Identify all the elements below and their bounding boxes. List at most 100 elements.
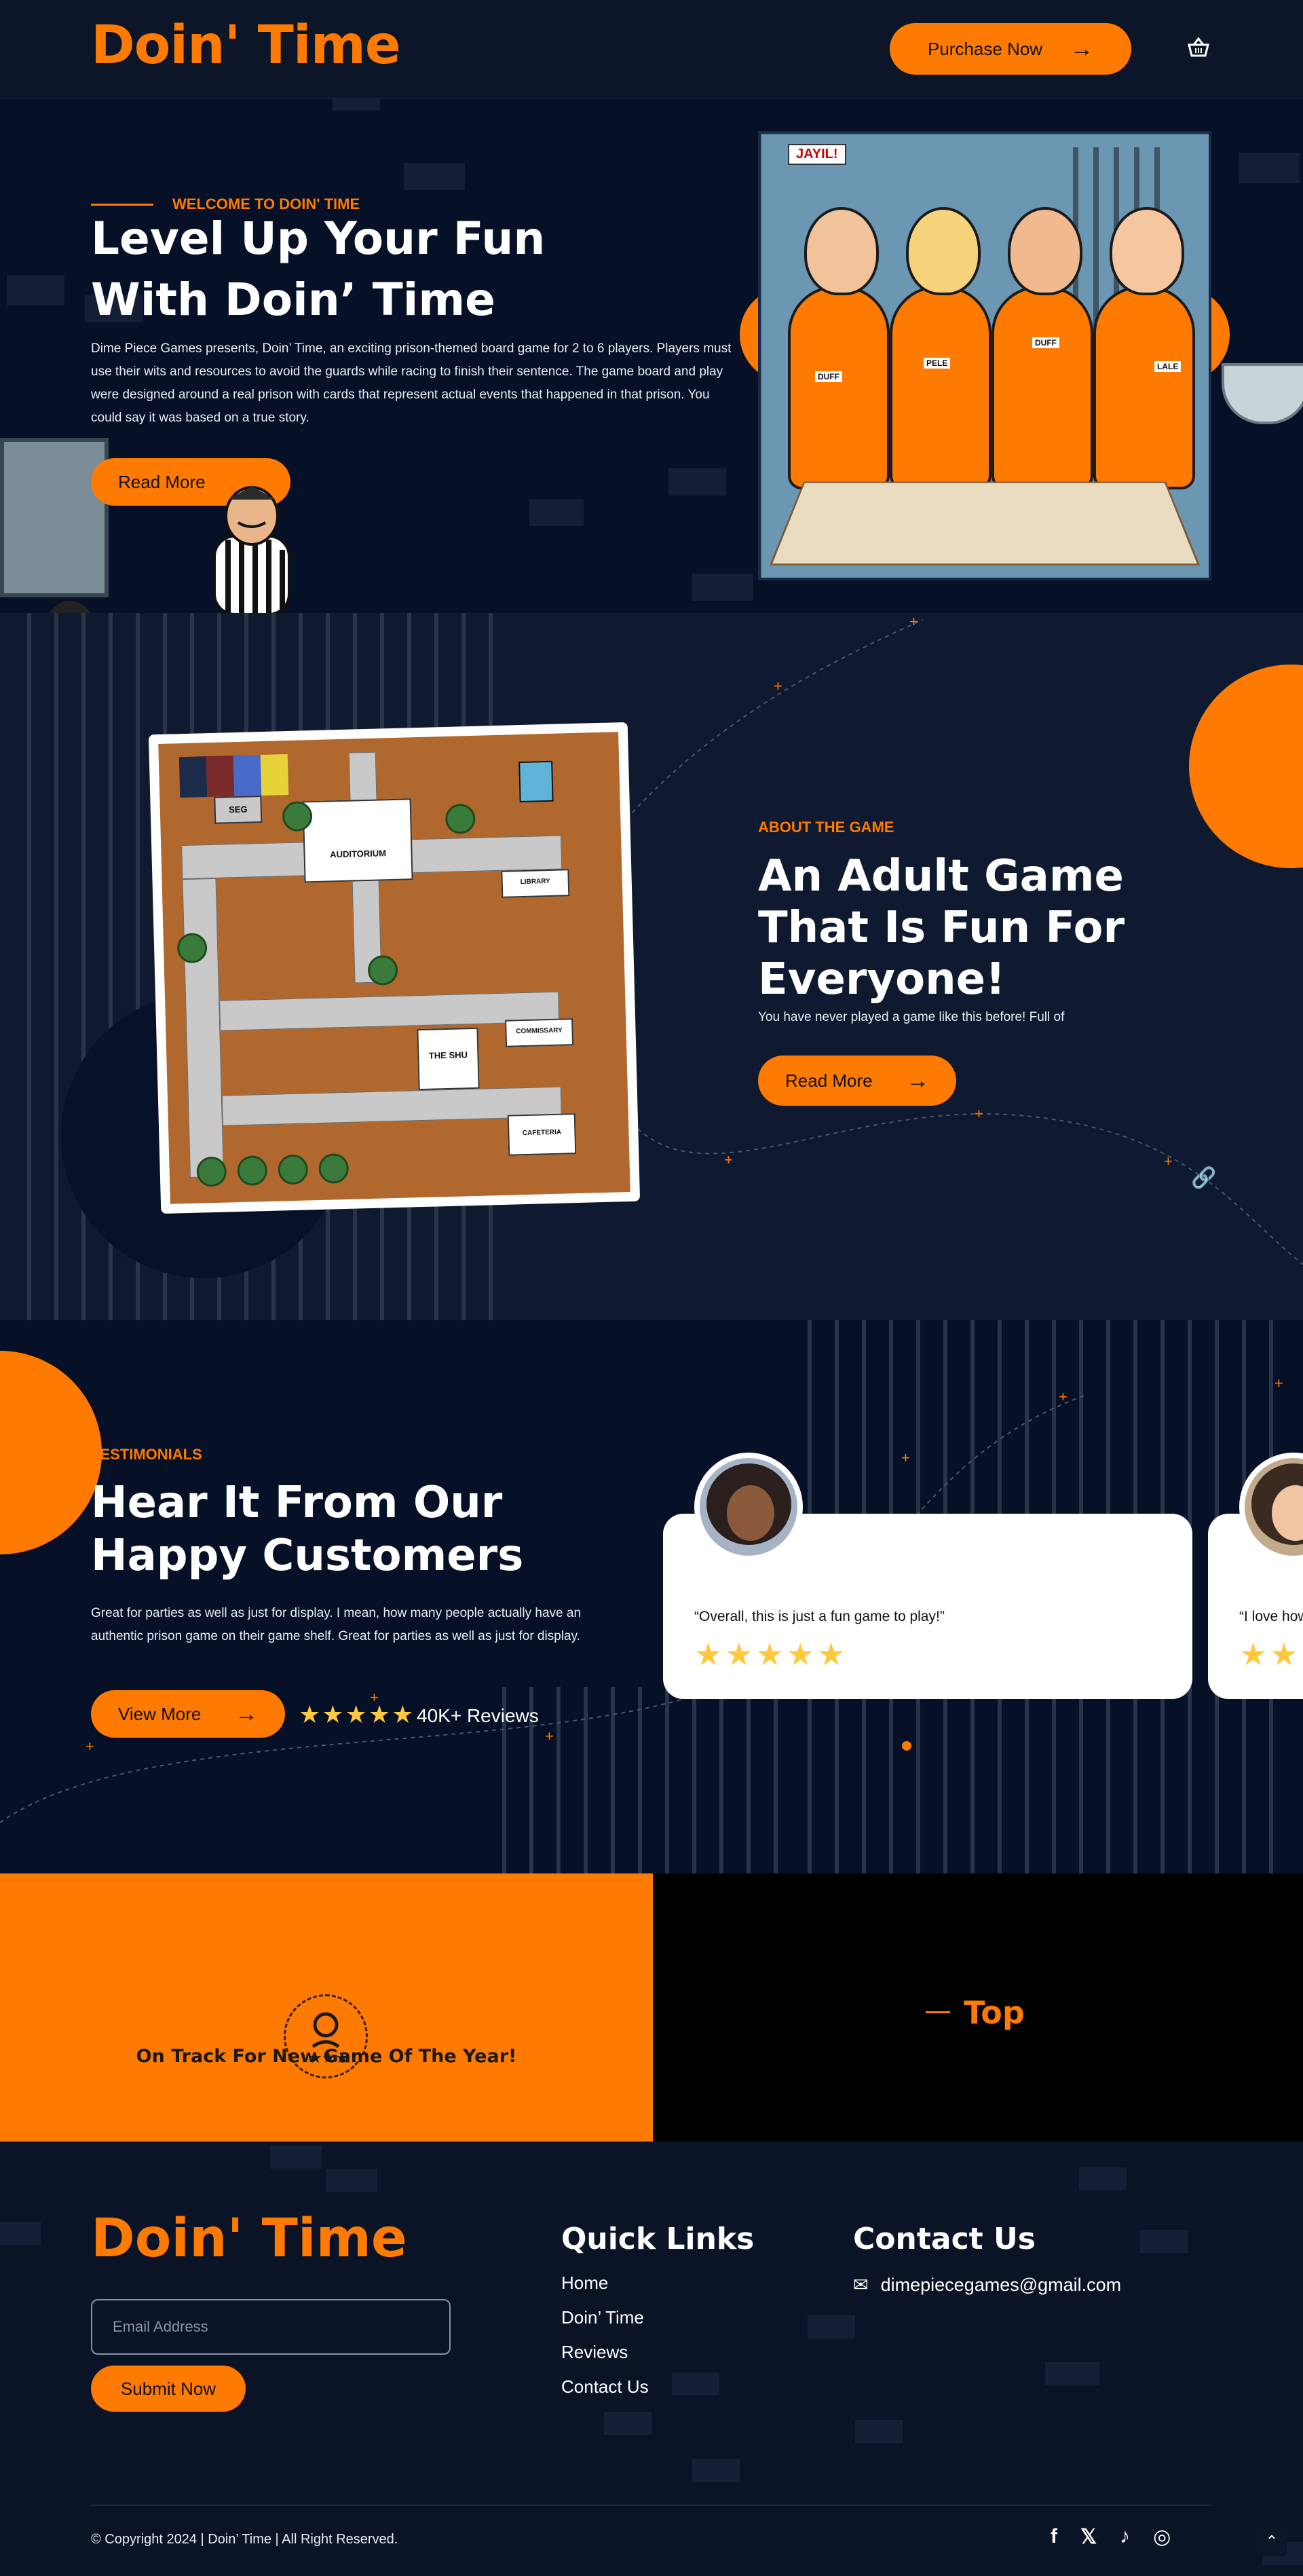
testimonials-section: + + + + + + TESTIMONIALS Hear It From Ou… — [0, 1320, 1303, 1873]
inmate-badge: DUFF — [815, 371, 842, 382]
jail-sign: JAYIL! — [788, 144, 846, 165]
board-room: COMMISSARY — [505, 1018, 574, 1047]
shopping-basket-icon[interactable] — [1186, 37, 1211, 64]
svg-text:+: + — [545, 1728, 554, 1744]
testimonials-title-line2: Happy Customers — [91, 1531, 524, 1581]
tiktok-icon[interactable]: ♪ — [1120, 2525, 1130, 2549]
submit-button[interactable]: Submit Now — [91, 2366, 246, 2412]
about-read-more-button[interactable]: Read More → — [758, 1056, 956, 1106]
about-title-line3: Everyone! — [758, 954, 1006, 1005]
quick-link-contact-us[interactable]: Contact Us — [561, 2376, 649, 2411]
footer-logo[interactable]: Doin' Time — [91, 2208, 407, 2269]
facebook-icon[interactable]: f — [1051, 2525, 1057, 2549]
board-room: AUDITORIUM — [302, 798, 413, 883]
contact-us-title: Contact Us — [853, 2222, 1036, 2256]
background-brick — [808, 2315, 855, 2338]
testimonial-quote: “Overall, this is just a fun game to pla… — [694, 1609, 945, 1624]
hero-cartoon-image: JAYIL! DUFF PELE DUFF LALE — [758, 131, 1211, 580]
svg-text:+: + — [975, 1105, 983, 1122]
star-rating-icon: ★★★★★ — [694, 1637, 848, 1672]
about-description: You have never played a game like this b… — [758, 1010, 1065, 1024]
testimonial-quote: “I love how — [1239, 1609, 1303, 1624]
hero-section: WELCOME TO DOIN' TIME Level Up Your Fun … — [0, 98, 1303, 613]
instagram-icon[interactable]: ◎ — [1153, 2525, 1171, 2549]
read-more-label: Read More — [785, 1070, 873, 1091]
contact-email-link[interactable]: ✉ dimepiecegames@gmail.com — [853, 2275, 1121, 2296]
background-brick — [404, 163, 465, 190]
chevron-up-icon: ⌃ — [1265, 2533, 1279, 2550]
about-section: + + + + + AUDITORIUM THE SHU LIBRARY SEG… — [0, 613, 1303, 1320]
inmate-character — [788, 207, 890, 489]
background-brick — [1239, 153, 1300, 183]
quick-link-home[interactable]: Home — [561, 2273, 649, 2307]
star-rating-icon: ★★ — [1239, 1637, 1301, 1672]
testimonials-title-line1: Hear It From Our — [91, 1478, 503, 1528]
award-banner: ★★★ On Track For New Game Of The Year! — [0, 1873, 653, 2142]
game-board-image: AUDITORIUM THE SHU LIBRARY SEG COMMISSAR… — [148, 722, 641, 1214]
background-brick — [1140, 2230, 1188, 2253]
board-room: SEG — [214, 796, 263, 824]
about-title-line2: That Is Fun For — [758, 903, 1125, 953]
prison-guard-illustration — [213, 486, 290, 613]
star-rating-icon: ★★★★★ — [299, 1700, 415, 1728]
arrow-right-icon: → — [906, 1068, 929, 1094]
quick-link-doin-time[interactable]: Doin’ Time — [561, 2307, 649, 2342]
hero-title: Level Up Your Fun With Doin’ Time — [91, 208, 607, 331]
award-text: On Track For New Game Of The Year! — [136, 2046, 517, 2067]
review-count: 40K+ Reviews — [417, 1705, 539, 1726]
board-window — [518, 760, 554, 803]
email-field[interactable] — [91, 2299, 451, 2355]
copyright-text: © Copyright 2024 | Doin’ Time | All Righ… — [91, 2532, 398, 2547]
quick-links-list: Home Doin’ Time Reviews Contact Us — [561, 2273, 649, 2411]
svg-text:+: + — [724, 1151, 733, 1168]
hero-description: Dime Piece Games presents, Doin’ Time, a… — [91, 341, 732, 425]
quick-link-reviews[interactable]: Reviews — [561, 2342, 649, 2376]
inmate-badge: PELE — [924, 358, 951, 369]
svg-text:+: + — [1164, 1153, 1173, 1170]
board-room: LIBRARY — [501, 869, 570, 898]
cell-bar — [1093, 147, 1099, 331]
board-color-strip — [233, 755, 262, 797]
board-room: CAFETERIA — [507, 1113, 577, 1156]
read-more-label: Read More — [118, 471, 206, 492]
background-brick — [692, 574, 753, 601]
avatar — [1239, 1453, 1303, 1561]
hero-title-line1: Level Up Your Fun — [91, 212, 546, 265]
scroll-to-top-button[interactable]: ⌃ — [1257, 2526, 1287, 2556]
toilet-illustration — [0, 438, 109, 597]
x-icon[interactable]: 𝕏 — [1080, 2525, 1097, 2549]
purchase-now-button[interactable]: Purchase Now → — [890, 23, 1131, 75]
site-logo[interactable]: Doin' Time — [91, 15, 401, 76]
top-label: Top — [964, 1994, 1025, 2031]
background-brick — [604, 2412, 652, 2435]
board-color-strip — [260, 754, 289, 796]
svg-text:+: + — [1274, 1375, 1283, 1392]
background-brick — [7, 275, 64, 305]
tree-icon — [318, 1153, 350, 1184]
view-more-button[interactable]: View More → — [91, 1690, 285, 1738]
submit-label: Submit Now — [120, 2378, 216, 2399]
avatar — [694, 1453, 803, 1561]
quick-links-title: Quick Links — [561, 2222, 755, 2256]
background-brick — [1045, 2362, 1099, 2385]
background-brick — [855, 2420, 903, 2443]
about-eyebrow: ABOUT THE GAME — [758, 819, 894, 836]
board-track — [182, 878, 224, 1178]
board-room: THE SHU — [417, 1027, 480, 1091]
ball-and-chain-illustration — [48, 601, 92, 613]
testimonials-eyebrow: TESTIMONIALS — [91, 1446, 202, 1463]
background-brick — [692, 2459, 740, 2482]
svg-text:+: + — [86, 1738, 94, 1755]
arrow-right-icon: → — [1070, 36, 1093, 62]
background-brick — [668, 468, 726, 496]
handcuffs-icon: 🔗 — [1191, 1167, 1217, 1189]
testimonials-title: Hear It From Our Happy Customers — [91, 1476, 607, 1582]
background-brick — [270, 2146, 322, 2169]
inmate-character — [1093, 207, 1195, 489]
contact-email: dimepiecegames@gmail.com — [880, 2275, 1122, 2295]
board-color-strip — [206, 755, 235, 798]
background-brick — [672, 2372, 719, 2395]
arrow-right-icon: → — [235, 1701, 258, 1727]
inmate-character — [992, 207, 1093, 489]
tree-icon — [445, 803, 476, 834]
